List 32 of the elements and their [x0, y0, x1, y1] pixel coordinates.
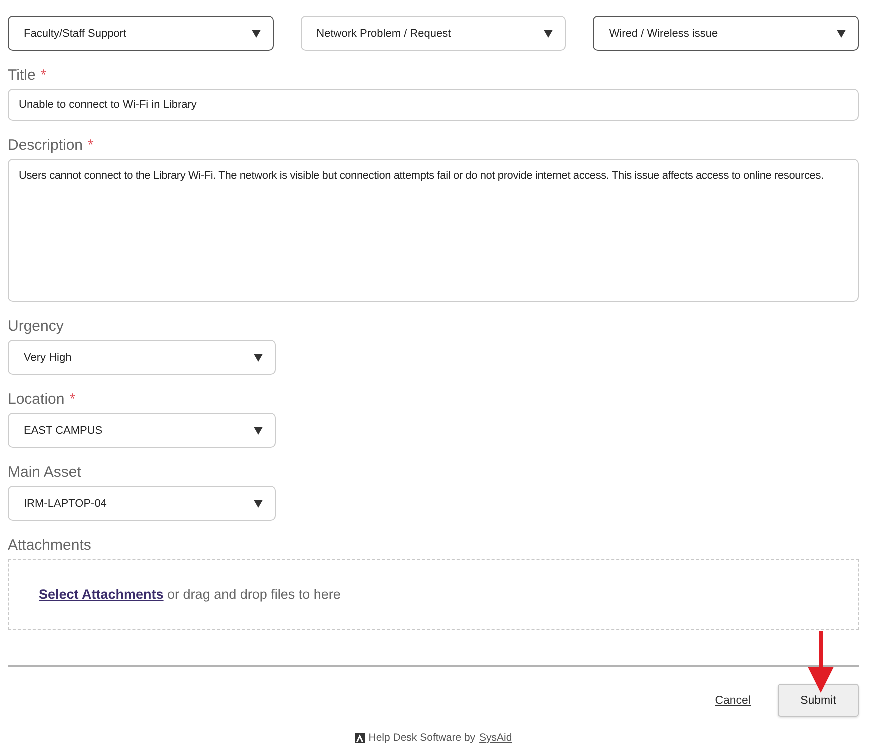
- required-mark: *: [70, 391, 76, 408]
- field-label: Main Asset: [8, 463, 82, 483]
- required-mark: *: [88, 137, 94, 154]
- required-mark: *: [40, 67, 47, 84]
- title-input[interactable]: Unable to connect to Wi-Fi in Library: [8, 89, 859, 121]
- sysaid-link[interactable]: SysAid: [480, 732, 512, 744]
- caret-icon: [254, 499, 263, 508]
- attachment-prompt: Select Attachments or drag and drop files to here: [39, 587, 341, 602]
- field-label: Location *: [8, 390, 77, 410]
- submit-button[interactable]: Submit: [778, 684, 859, 717]
- caret-icon: [544, 29, 554, 38]
- dropdown-select[interactable]: EAST CAMPUS: [8, 413, 276, 448]
- category-select[interactable]: Network Problem / Request: [300, 16, 566, 51]
- logo-icon: [354, 733, 365, 743]
- footer-text: Help Desk Software by: [368, 732, 476, 744]
- category-select[interactable]: Wired / Wireless issue: [593, 16, 859, 51]
- field-label: Description *: [8, 136, 95, 156]
- cancel-link[interactable]: Cancel: [715, 694, 751, 706]
- select-attachments-link[interactable]: Select Attachments: [39, 587, 164, 602]
- dropdown-select[interactable]: Very High: [8, 340, 276, 375]
- caret-icon: [252, 29, 261, 38]
- caret-icon: [254, 353, 263, 362]
- description-textarea[interactable]: Users cannot connect to the Library Wi-Fi. The network is visible but connection attempts fail or do not provide internet access. This issue affects access to online resources.: [8, 159, 859, 302]
- caret-icon: [254, 426, 263, 435]
- caret-icon: [836, 29, 846, 38]
- field-label: Attachments: [8, 536, 92, 556]
- category-select[interactable]: Faculty/Staff Support: [8, 16, 274, 51]
- annotation-arrow: [808, 631, 834, 693]
- dropdown-select[interactable]: IRM-LAPTOP-04: [8, 486, 276, 521]
- field-label: Title *: [8, 66, 48, 86]
- attachment-dropzone[interactable]: Select Attachments or drag and drop files to here: [8, 559, 859, 630]
- field-label: Urgency: [8, 317, 65, 337]
